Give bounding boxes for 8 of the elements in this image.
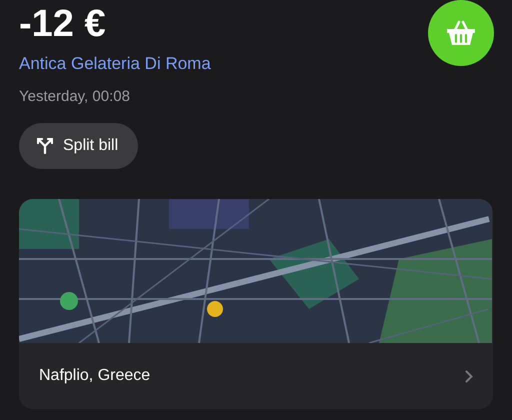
transaction-time: Yesterday, 00:08 — [19, 88, 131, 105]
amount: -12 € — [19, 2, 107, 46]
location-row[interactable]: Nafplio, Greece — [19, 343, 493, 409]
split-bill-button[interactable]: Split bill — [19, 123, 138, 169]
basket-icon — [446, 20, 476, 46]
split-icon — [37, 138, 53, 154]
merchant-link[interactable]: Antica Gelateria Di Roma — [19, 54, 211, 74]
chevron-icon — [465, 370, 473, 382]
